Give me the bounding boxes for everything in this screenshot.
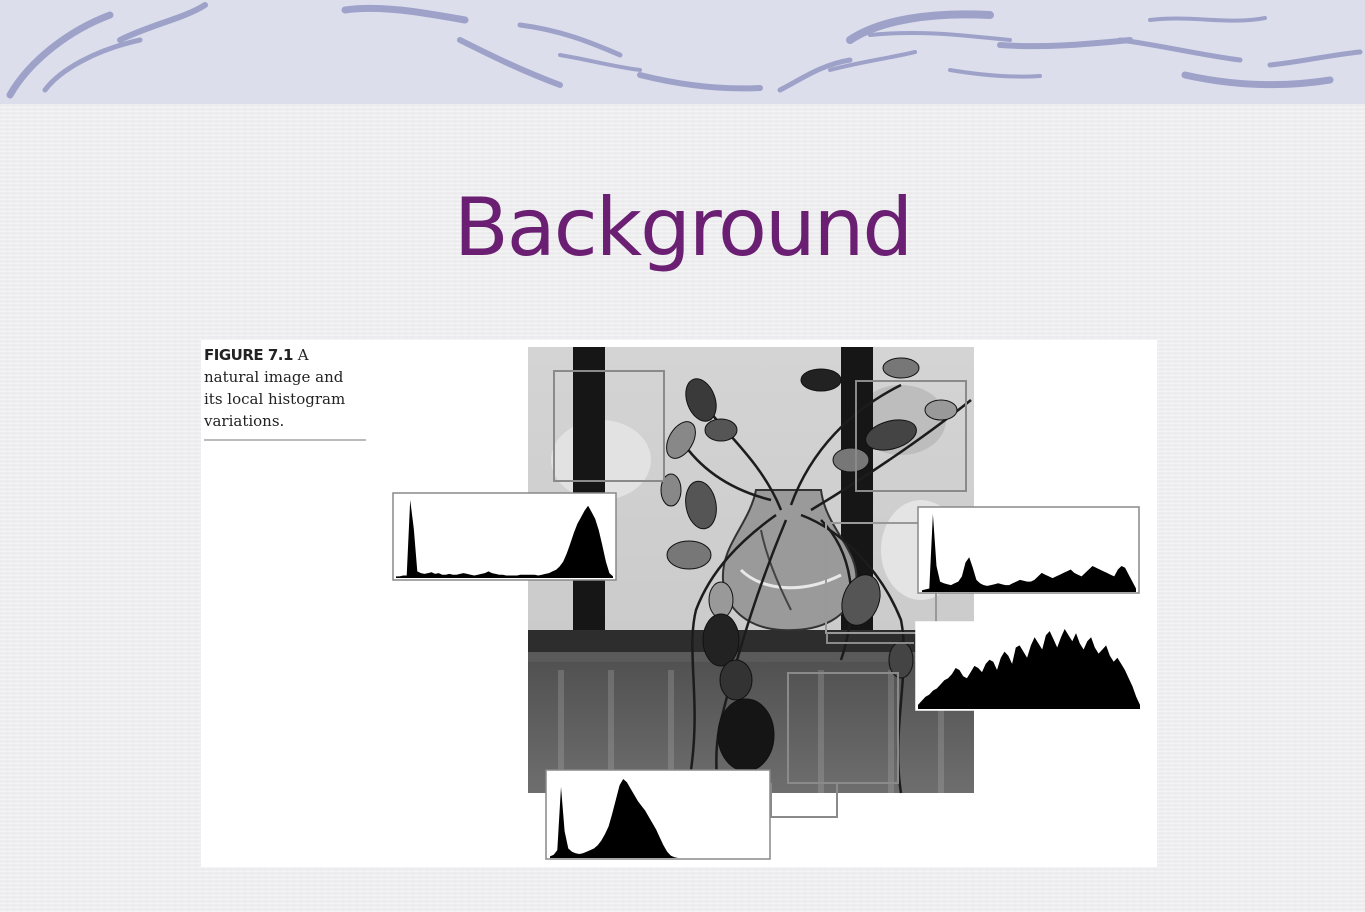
decorative-banner — [0, 0, 1365, 104]
photo-image — [528, 347, 974, 841]
histogram-top-left — [392, 492, 617, 581]
histogram-bottom — [545, 769, 771, 860]
slide-title: Background — [453, 181, 913, 274]
histogram-right-lower — [915, 621, 1142, 711]
figure-panel: FIGURE 7.1 A natural image and its local… — [201, 340, 1157, 867]
plant-photo-figure — [392, 347, 1142, 860]
histogram-right-upper — [917, 506, 1140, 594]
